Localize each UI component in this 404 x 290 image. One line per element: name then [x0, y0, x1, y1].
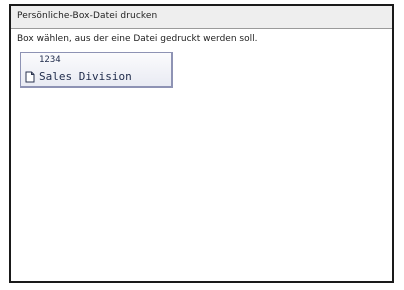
document-icon [25, 71, 35, 83]
title-bar: Persönliche-Box-Datei drucken [11, 6, 392, 29]
instruction-text: Box wählen, aus der eine Datei gedruckt … [17, 34, 258, 44]
box-button-sales-division[interactable]: 1234 Sales Division [20, 52, 173, 88]
box-name: Sales Division [39, 70, 132, 83]
window-title: Persönliche-Box-Datei drucken [17, 11, 158, 21]
print-personal-box-file-panel: Persönliche-Box-Datei drucken Box wählen… [9, 4, 394, 283]
box-number: 1234 [39, 55, 61, 65]
